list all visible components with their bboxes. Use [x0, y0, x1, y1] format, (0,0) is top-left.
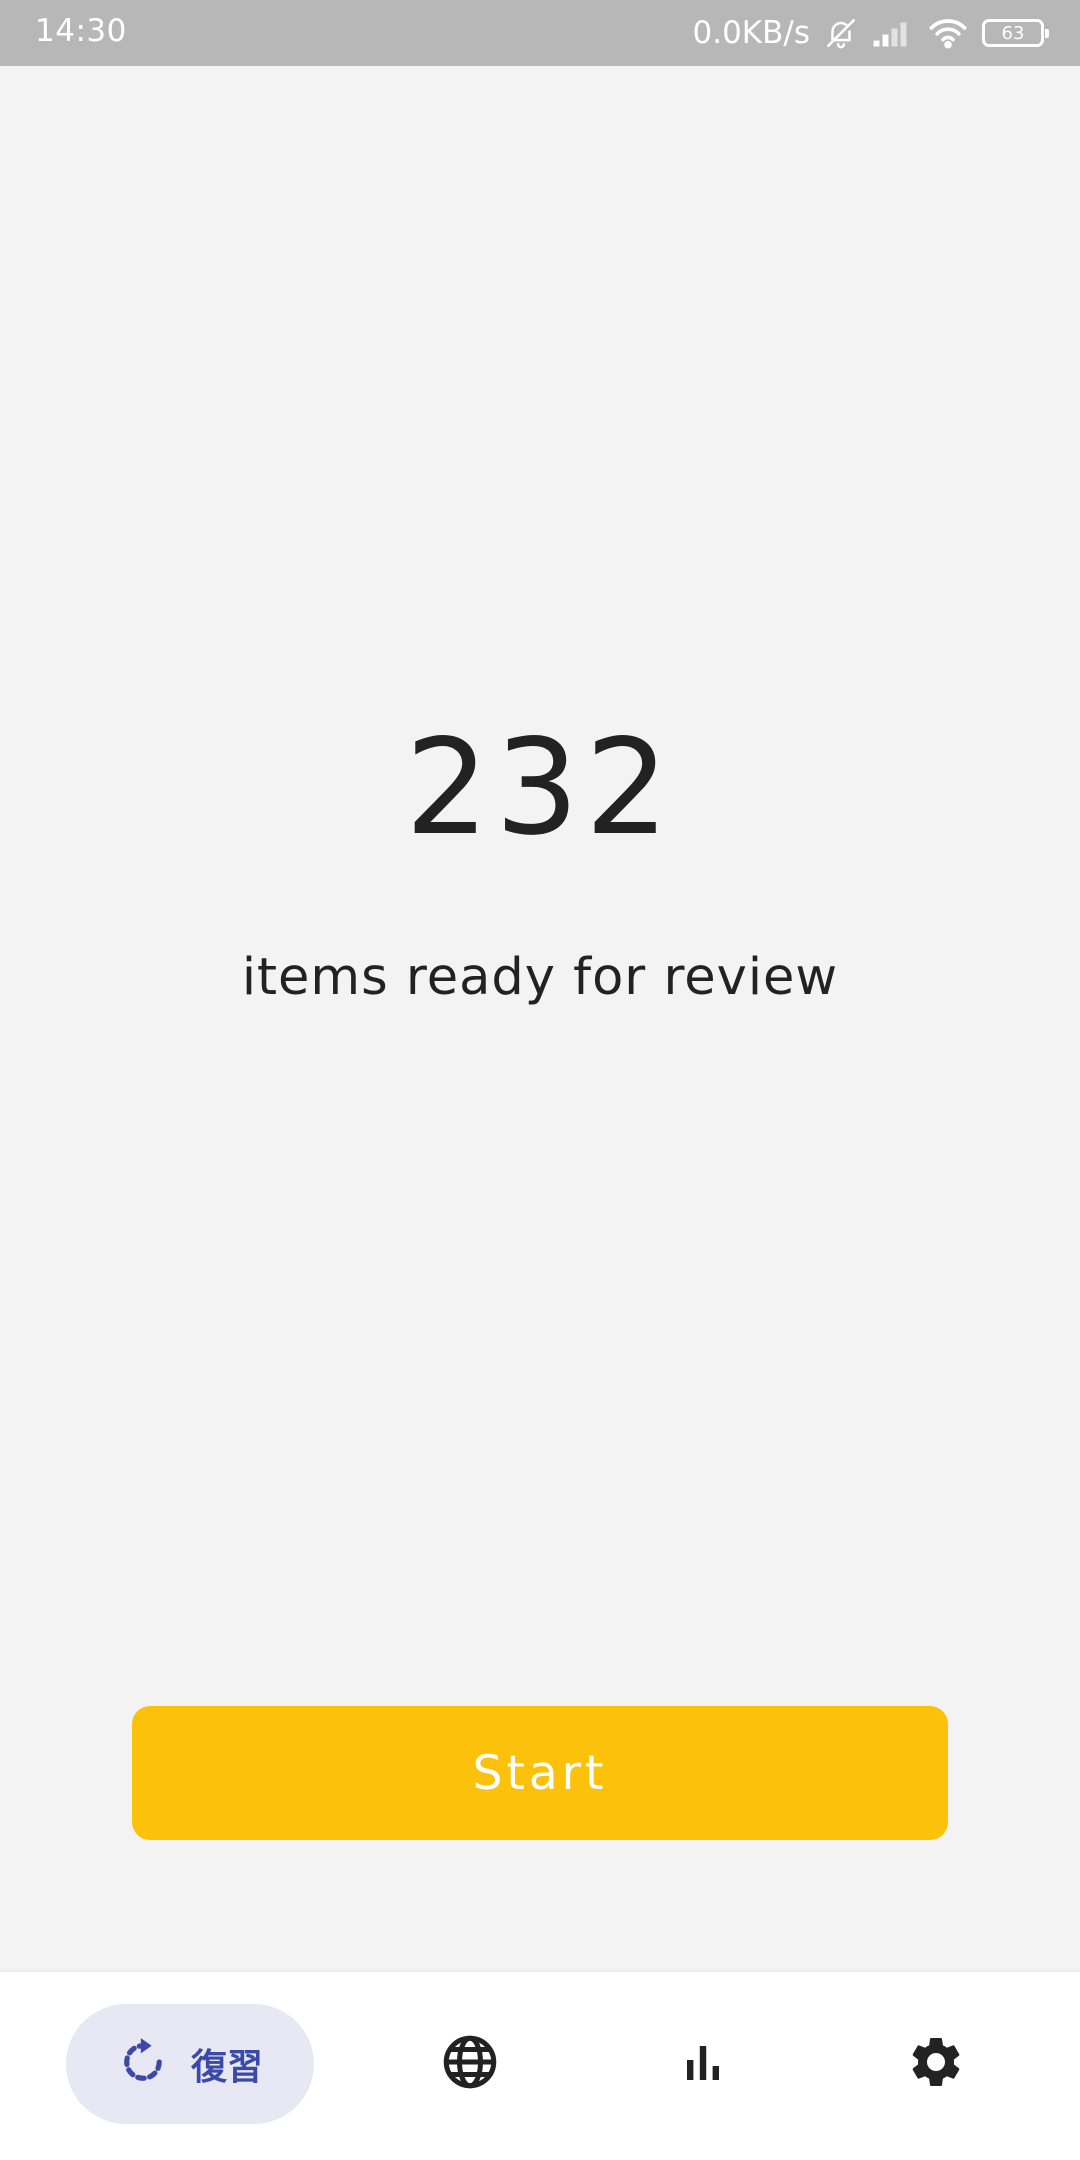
review-subtitle: items ready for review	[241, 948, 839, 1007]
nav-item-settings[interactable]	[876, 2004, 996, 2124]
nav-item-globe[interactable]	[410, 2004, 530, 2124]
review-count: 232	[405, 711, 675, 865]
review-refresh-icon	[117, 2036, 169, 2092]
start-button[interactable]: Start	[132, 1706, 948, 1840]
network-speed: 0.0KB/s	[692, 15, 811, 51]
status-right: 0.0KB/s 63	[692, 10, 1049, 56]
bell-off-icon	[824, 16, 858, 50]
nav-item-stats[interactable]	[643, 2004, 763, 2124]
bottom-nav: 復習	[0, 1972, 1080, 2160]
globe-icon	[440, 2032, 500, 2096]
wifi-icon	[928, 17, 968, 49]
status-time: 14:30	[35, 13, 127, 49]
nav-review-label: 復習	[190, 2047, 263, 2088]
battery-icon: 63	[982, 19, 1049, 47]
status-bar: 14:30 0.0KB/s 63	[0, 0, 1080, 66]
signal-icon	[872, 18, 914, 48]
screen: 14:30 0.0KB/s 63 232 items ready for rev…	[0, 0, 1080, 2160]
nav-item-review[interactable]: 復習	[66, 2004, 314, 2124]
gear-icon	[906, 2032, 966, 2096]
bar-chart-icon	[679, 2038, 727, 2090]
